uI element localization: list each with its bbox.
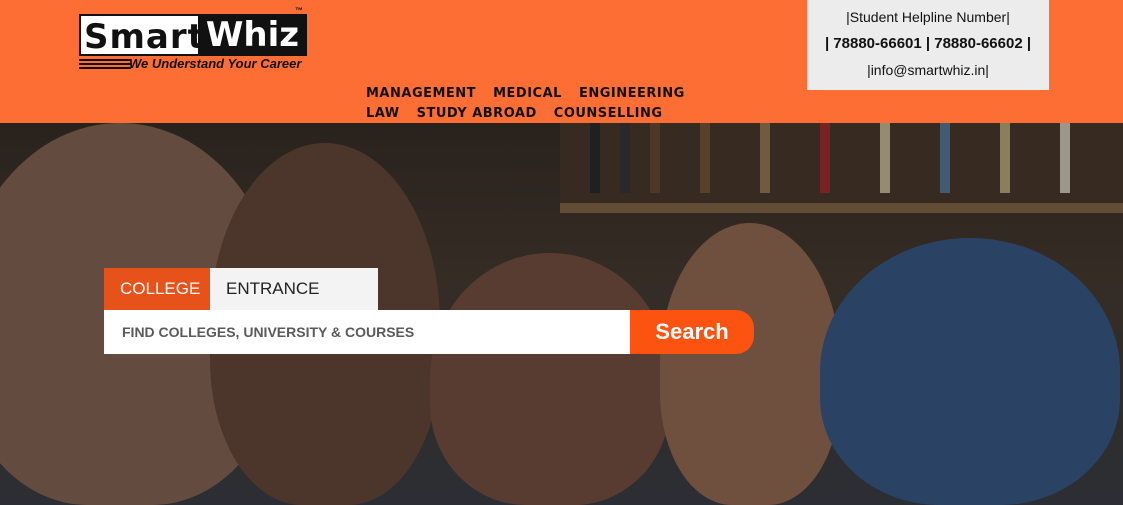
nav-engineering[interactable]: ENGINEERING: [579, 84, 685, 104]
search-button[interactable]: Search: [630, 310, 754, 354]
search-bar: Search: [104, 310, 754, 354]
search-input[interactable]: [104, 310, 630, 354]
helpline-email[interactable]: |info@smartwhiz.in|: [807, 61, 1049, 79]
logo-box: Smart Whiz: [79, 14, 307, 56]
main-nav: MANAGEMENT MEDICAL ENGINEERING LAW STUDY…: [366, 84, 706, 124]
nav-medical[interactable]: MEDICAL: [493, 84, 562, 104]
header-bar: Smart Whiz ™ We Understand Your Career M…: [0, 0, 1123, 123]
nav-study-abroad[interactable]: STUDY ABROAD: [417, 104, 537, 124]
search-tabs: COLLEGE ENTRANCE EXAM: [104, 268, 378, 340]
tab-entrance-exam[interactable]: ENTRANCE EXAM: [210, 268, 378, 340]
logo-stripes: [79, 59, 131, 71]
logo-tagline: We Understand Your Career: [129, 56, 302, 71]
nav-management[interactable]: MANAGEMENT: [366, 84, 476, 104]
helpline-phones[interactable]: | 78880-66601 | 78880-66602 |: [807, 35, 1049, 53]
smartwhiz-logo[interactable]: Smart Whiz ™ We Understand Your Career: [79, 6, 309, 74]
helpline-box: |Student Helpline Number| | 78880-66601 …: [807, 0, 1049, 90]
trademark-symbol: ™: [295, 6, 303, 15]
helpline-title: |Student Helpline Number|: [846, 9, 1010, 25]
logo-whiz-text: Whiz: [198, 16, 307, 54]
logo-smart-text: Smart: [84, 17, 205, 57]
nav-counselling[interactable]: COUNSELLING: [554, 104, 663, 124]
nav-law[interactable]: LAW: [366, 104, 400, 124]
tab-college[interactable]: COLLEGE: [104, 268, 210, 310]
